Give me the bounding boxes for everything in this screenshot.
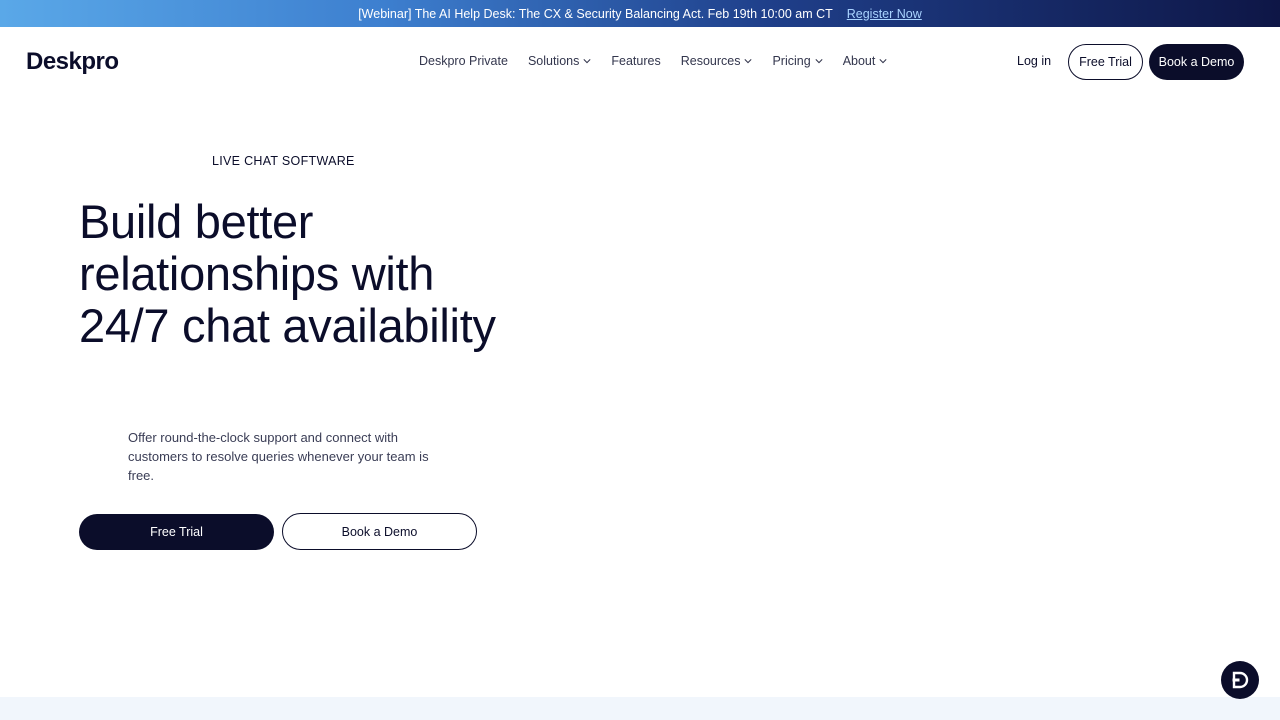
- hero-book-demo-button[interactable]: Book a Demo: [282, 513, 477, 550]
- nav-label: Deskpro Private: [419, 54, 508, 68]
- banner-text: [Webinar] The AI Help Desk: The CX & Sec…: [358, 6, 833, 21]
- chevron-down-icon: [583, 59, 591, 64]
- nav-label: Solutions: [527, 54, 580, 68]
- register-now-link[interactable]: Register Now: [847, 7, 922, 21]
- deskpro-chat-icon: [1232, 671, 1249, 689]
- nav-pricing[interactable]: Pricing: [772, 54, 823, 68]
- login-link[interactable]: Log in: [1017, 54, 1051, 68]
- nav-deskpro-private[interactable]: Deskpro Private: [419, 54, 508, 68]
- nav-solutions[interactable]: Solutions: [528, 54, 591, 68]
- hero-eyebrow: LIVE CHAT SOFTWARE: [212, 154, 355, 168]
- deskpro-logo[interactable]: Deskpro: [26, 48, 119, 76]
- nav-features[interactable]: Features: [611, 54, 660, 68]
- chat-widget-button[interactable]: [1221, 661, 1259, 699]
- nav-label: About: [842, 54, 876, 68]
- announcement-banner: [Webinar] The AI Help Desk: The CX & Sec…: [0, 0, 1280, 27]
- hero-headline: Build better relationships with 24/7 cha…: [79, 195, 496, 352]
- nav-about[interactable]: About: [843, 54, 888, 68]
- hero-free-trial-button[interactable]: Free Trial: [79, 514, 274, 550]
- header-book-demo-button[interactable]: Book a Demo: [1149, 44, 1244, 80]
- main-nav: Deskpro Private Solutions Features Resou…: [419, 54, 887, 68]
- chevron-down-icon: [879, 59, 887, 64]
- chevron-down-icon: [744, 59, 753, 64]
- site-header: Deskpro Deskpro Private Solutions Featur…: [0, 27, 1280, 97]
- hero-subtext: Offer round-the-clock support and connec…: [128, 430, 429, 483]
- nav-resources[interactable]: Resources: [681, 54, 753, 68]
- nav-label: Pricing: [772, 54, 811, 68]
- nav-label: Features: [611, 54, 661, 68]
- header-free-trial-button[interactable]: Free Trial: [1068, 44, 1143, 80]
- chevron-down-icon: [815, 59, 823, 64]
- next-section-band: [0, 697, 1280, 720]
- nav-label: Resources: [680, 54, 741, 68]
